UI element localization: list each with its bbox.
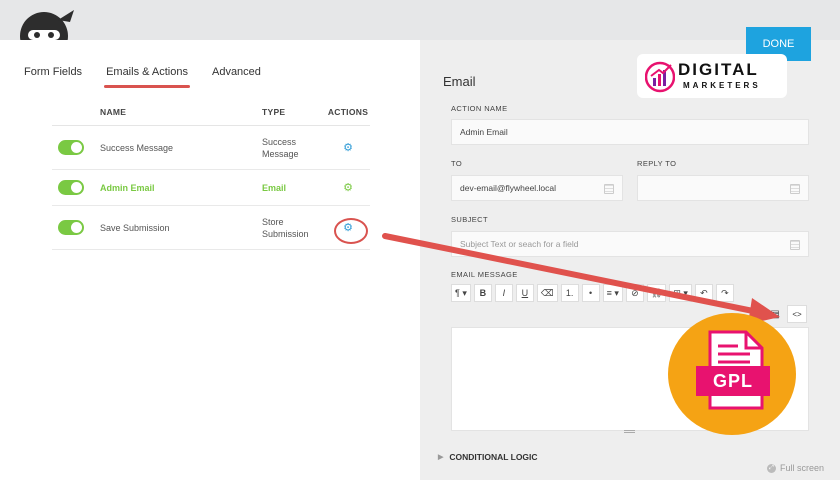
enable-toggle[interactable]: [58, 180, 84, 195]
brand-chart-icon: [645, 61, 675, 93]
enable-toggle[interactable]: [58, 140, 84, 155]
reply-to-field[interactable]: [637, 175, 809, 201]
header-name: NAME: [100, 106, 127, 117]
action-name-value: Admin Email: [460, 127, 508, 137]
gear-icon[interactable]: ⚙: [343, 182, 353, 194]
undo-button[interactable]: ↶: [694, 284, 713, 302]
fullscreen-button[interactable]: ⤢ Full screen: [767, 463, 824, 473]
actions-table: NAME TYPE ACTIONS Success Message Succes…: [52, 98, 370, 250]
row-name: Admin Email: [100, 182, 155, 193]
italic-button[interactable]: I: [494, 284, 513, 302]
tab-form-fields[interactable]: Form Fields: [24, 66, 82, 84]
reply-to-label: REPLY TO: [637, 159, 677, 168]
tab-emails-actions[interactable]: Emails & Actions: [104, 66, 190, 88]
tab-bar: Form Fields Emails & Actions Advanced: [24, 66, 285, 88]
merge-tags-icon[interactable]: [604, 184, 614, 194]
header-type: TYPE: [262, 106, 286, 117]
table-row: Admin Email Email ⚙: [52, 170, 370, 206]
gear-icon[interactable]: ⚙: [343, 142, 353, 154]
table-button[interactable]: ⊞ ▾: [669, 284, 692, 302]
table-row: Success Message Success Message ⚙: [52, 126, 370, 170]
underline-button[interactable]: U: [515, 284, 534, 302]
row-name: Save Submission: [100, 222, 170, 233]
brand-subtitle: MARKETERS: [683, 81, 761, 90]
conditional-logic-label: CONDITIONAL LOGIC: [449, 452, 538, 462]
link-button[interactable]: ⛓: [646, 284, 667, 302]
email-message-label: EMAIL MESSAGE: [451, 270, 518, 279]
merge-tags-icon[interactable]: [790, 184, 800, 194]
top-bar: [0, 0, 840, 40]
panel-title: Email: [443, 74, 476, 89]
to-label: TO: [451, 159, 463, 168]
clear-format-button[interactable]: ⌫: [536, 284, 558, 302]
subject-field[interactable]: Subject Text or seach for a field: [451, 231, 809, 257]
editor-toolbar: ¶ ▾ B I U ⌫ 1. • ≡ ▾ ⊘ ⛓ ⊞ ▾ ↶ ↷: [451, 284, 734, 302]
align-button[interactable]: ≡ ▾: [602, 284, 623, 302]
subject-placeholder: Subject Text or seach for a field: [460, 239, 579, 249]
row-type: Store Submission: [262, 216, 309, 239]
subject-label: SUBJECT: [451, 215, 488, 224]
caret-right-icon: ▶: [438, 454, 444, 461]
bold-button[interactable]: B: [473, 284, 492, 302]
fullscreen-label: Full screen: [780, 463, 825, 473]
row-name: Success Message: [100, 142, 174, 153]
conditional-logic-toggle[interactable]: ▶ CONDITIONAL LOGIC: [438, 452, 538, 462]
unordered-list-button[interactable]: •: [581, 284, 600, 302]
highlight-circle: [334, 218, 368, 244]
row-type: Success Message: [262, 136, 299, 159]
unlink-button[interactable]: ⊘: [625, 284, 644, 302]
row-type: Email: [262, 182, 287, 193]
gpl-label: GPL: [696, 366, 770, 396]
header-actions: ACTIONS: [327, 106, 369, 117]
table-row: Save Submission Store Submission ⚙: [52, 206, 370, 250]
tab-advanced[interactable]: Advanced: [212, 66, 261, 84]
to-value: dev-email@flywheel.local: [460, 183, 557, 193]
table-header: NAME TYPE ACTIONS: [52, 98, 370, 126]
ordered-list-button[interactable]: 1.: [560, 284, 579, 302]
resize-handle[interactable]: [624, 430, 635, 434]
action-name-field[interactable]: Admin Email: [451, 119, 809, 145]
merge-tags-icon[interactable]: ▤: [766, 306, 784, 322]
paragraph-format-button[interactable]: ¶ ▾: [451, 284, 471, 302]
to-field[interactable]: dev-email@flywheel.local: [451, 175, 623, 201]
source-code-button[interactable]: <>: [787, 305, 807, 323]
redo-button[interactable]: ↷: [715, 284, 734, 302]
brand-title: DIGITAL: [678, 60, 759, 79]
action-name-label: ACTION NAME: [451, 104, 508, 113]
fullscreen-icon: ⤢: [767, 463, 776, 473]
merge-tags-icon[interactable]: [790, 240, 800, 250]
enable-toggle[interactable]: [58, 220, 84, 235]
